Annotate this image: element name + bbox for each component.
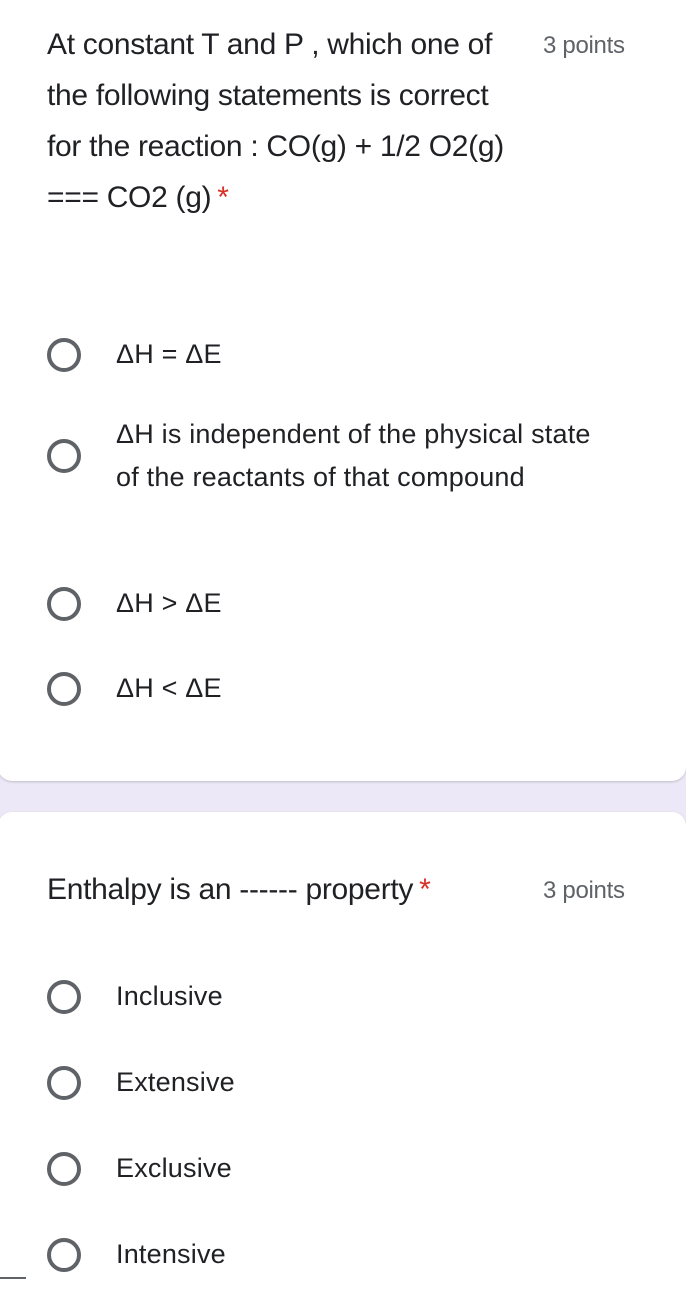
- points-label: 3 points: [543, 32, 625, 59]
- option-radio[interactable]: Extensive: [47, 1061, 235, 1104]
- question-title: At constant T and P , which one of the f…: [47, 19, 507, 223]
- bottom-edge-divider: [0, 1277, 26, 1279]
- radio-unchecked-icon[interactable]: [47, 1065, 81, 1100]
- question-text: At constant T and P , which one of the f…: [47, 28, 504, 214]
- option-label: ΔH = ΔE: [116, 339, 222, 369]
- option-label: Intensive: [116, 1239, 226, 1269]
- question-title: Enthalpy is an ------ property *: [47, 864, 547, 915]
- points-label: 3 points: [543, 877, 625, 904]
- required-asterisk: *: [419, 873, 431, 906]
- radio-unchecked-icon[interactable]: [47, 337, 81, 372]
- option-radio[interactable]: Intensive: [47, 1233, 226, 1276]
- option-radio[interactable]: ΔH > ΔE: [47, 582, 222, 625]
- option-radio[interactable]: ΔH = ΔE: [47, 333, 222, 376]
- option-radio[interactable]: Inclusive: [47, 975, 223, 1018]
- radio-unchecked-icon[interactable]: [47, 1237, 81, 1272]
- radio-unchecked-icon[interactable]: [47, 979, 81, 1014]
- radio-unchecked-icon[interactable]: [47, 671, 81, 706]
- question-text: Enthalpy is an ------ property: [47, 873, 414, 906]
- option-label: Inclusive: [116, 981, 223, 1011]
- option-label: ΔH < ΔE: [116, 673, 222, 703]
- option-label: ΔH is independent of the physical state …: [116, 419, 591, 492]
- option-label: Exclusive: [116, 1153, 232, 1183]
- radio-unchecked-icon[interactable]: [47, 586, 81, 621]
- option-label: ΔH > ΔE: [116, 588, 222, 618]
- radio-unchecked-icon[interactable]: [47, 439, 81, 473]
- option-radio[interactable]: ΔH < ΔE: [47, 667, 222, 710]
- option-radio[interactable]: Exclusive: [47, 1147, 232, 1190]
- radio-unchecked-icon[interactable]: [47, 1151, 81, 1186]
- question-card-2: Enthalpy is an ------ property * 3 points…: [0, 812, 686, 1292]
- required-asterisk: *: [217, 181, 229, 214]
- option-label: Extensive: [116, 1067, 235, 1097]
- option-radio[interactable]: ΔH is independent of the physical state …: [47, 413, 596, 499]
- question-card-1: At constant T and P , which one of the f…: [0, 0, 686, 781]
